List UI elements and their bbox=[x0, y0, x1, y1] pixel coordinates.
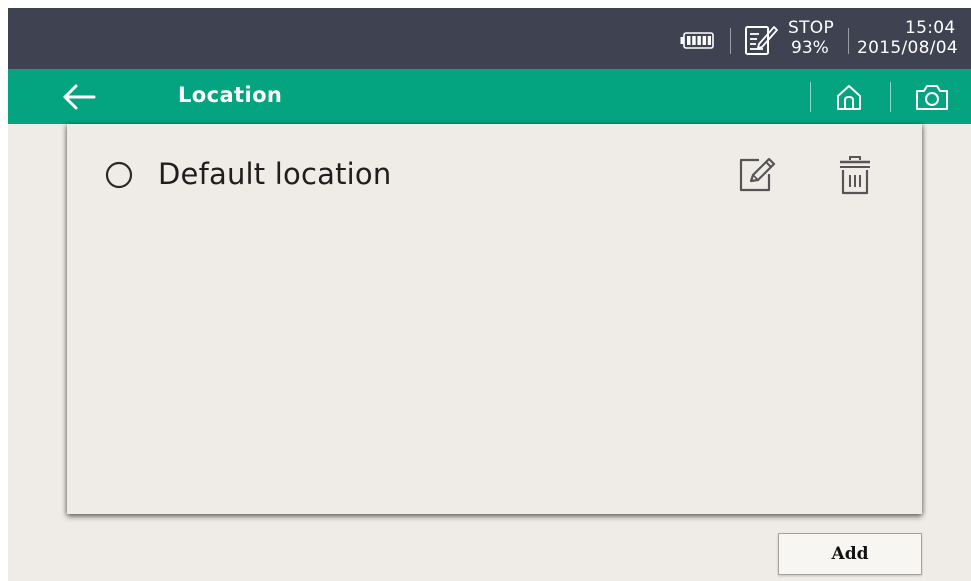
battery-full-icon bbox=[680, 32, 714, 49]
location-name: Default location bbox=[158, 157, 392, 191]
status-separator bbox=[848, 28, 849, 54]
location-list-item[interactable]: Default location bbox=[67, 140, 922, 210]
status-bar: STOP 93% 15:04 2015/08/04 bbox=[8, 8, 971, 69]
title-separator bbox=[890, 82, 891, 112]
notepad-edit-icon bbox=[745, 26, 778, 55]
page-title: Location bbox=[178, 83, 283, 107]
camera-icon[interactable] bbox=[914, 82, 950, 112]
title-bar: Location bbox=[8, 69, 971, 124]
record-state-text: STOP bbox=[788, 18, 835, 38]
home-icon[interactable] bbox=[834, 82, 864, 112]
status-separator bbox=[730, 28, 731, 54]
add-location-button[interactable]: Add bbox=[778, 533, 922, 575]
clock-date: 2015/08/04 bbox=[857, 38, 958, 58]
trash-icon[interactable] bbox=[837, 154, 873, 196]
storage-percent-text: 93% bbox=[791, 38, 829, 58]
location-radio-button[interactable] bbox=[105, 161, 133, 189]
title-separator bbox=[810, 82, 811, 112]
edit-icon[interactable] bbox=[737, 154, 777, 194]
clock-time: 15:04 bbox=[905, 18, 956, 38]
location-list-panel: Default location bbox=[67, 124, 922, 514]
device-screen: STOP 93% 15:04 2015/08/04 Location Defau… bbox=[8, 8, 971, 581]
back-arrow-icon[interactable] bbox=[58, 81, 98, 113]
